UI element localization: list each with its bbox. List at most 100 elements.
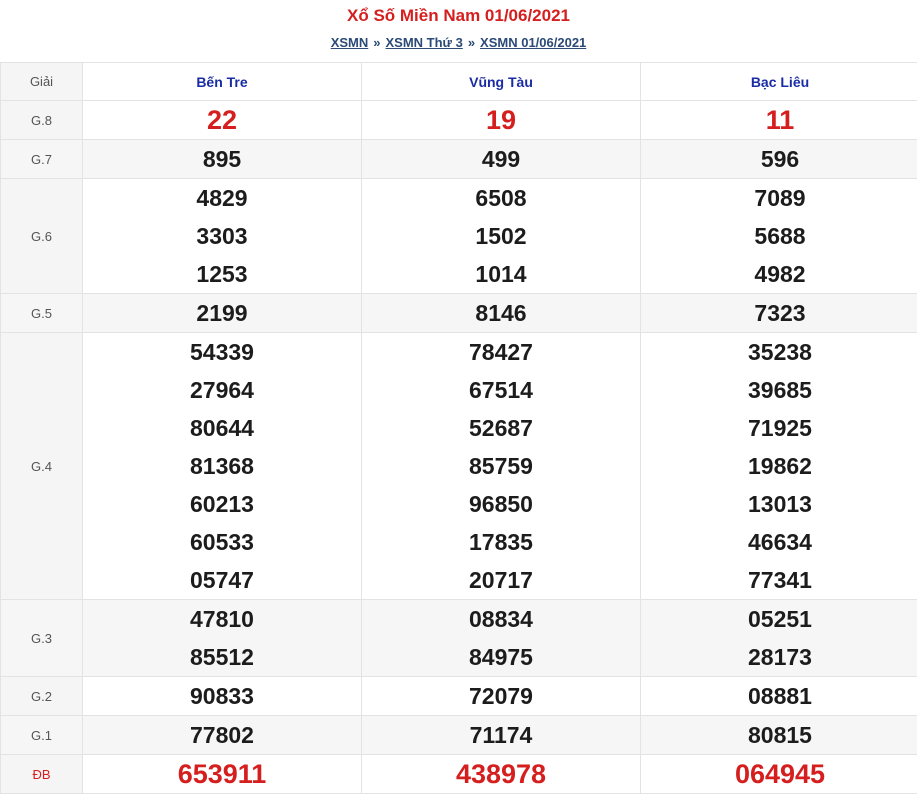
result-cell: 596 <box>640 139 917 179</box>
result-cell: 47810 85512 <box>82 599 362 677</box>
prize-label: G.4 <box>0 332 83 600</box>
result-number: 6508 <box>475 185 527 211</box>
result-number: 71174 <box>469 722 533 748</box>
result-number: 08834 <box>469 606 533 632</box>
result-cell: 6508 1502 1014 <box>361 178 641 294</box>
result-number: 7089 <box>754 185 806 211</box>
result-number: 1014 <box>475 261 527 287</box>
result-number: 438978 <box>455 759 547 789</box>
prize-column-header: Giải <box>0 62 83 101</box>
result-number: 80815 <box>748 722 812 748</box>
result-number: 2199 <box>196 300 248 326</box>
result-number: 05747 <box>190 567 254 593</box>
breadcrumb-xsmn-thu-3[interactable]: XSMN Thứ 3 <box>386 35 463 50</box>
result-cell: 438978 <box>361 754 641 794</box>
result-number: 8146 <box>475 300 527 326</box>
prize-label: G.2 <box>0 676 83 716</box>
result-cell: 4829 3303 1253 <box>82 178 362 294</box>
prize-label: G.8 <box>0 100 83 140</box>
results-table: Giải Bến Tre Vũng Tàu Bạc Liêu G.8 22 19 11… <box>0 62 917 794</box>
result-number: 4982 <box>754 261 806 287</box>
province-header-bac-lieu: Bạc Liêu <box>640 62 917 101</box>
table-row: ĐB 653911 438978 064945 <box>0 754 917 794</box>
result-number: 54339 <box>190 339 254 365</box>
result-number: 84975 <box>469 644 533 670</box>
result-cell: 11 <box>640 100 917 140</box>
result-number: 7323 <box>754 300 806 326</box>
result-number: 81368 <box>190 453 254 479</box>
result-number: 20717 <box>469 567 533 593</box>
table-header-row: Giải Bến Tre Vũng Tàu Bạc Liêu <box>0 62 917 101</box>
table-row: G.6 4829 3303 1253 6508 1502 1014 7089 5688 4982 <box>0 178 917 294</box>
breadcrumb: XSMN » XSMN Thứ 3 » XSMN 01/06/2021 <box>0 35 917 50</box>
result-number: 52687 <box>469 415 533 441</box>
prize-label: G.6 <box>0 178 83 294</box>
result-number: 064945 <box>734 759 826 789</box>
results-body: G.8 22 19 11 G.7 895 499 596 G.6 4829 3303 1253 6508… <box>0 100 917 794</box>
result-cell: 90833 <box>82 676 362 716</box>
result-cell: 72079 <box>361 676 641 716</box>
result-cell: 08881 <box>640 676 917 716</box>
result-number: 499 <box>481 146 521 172</box>
result-cell: 2199 <box>82 293 362 333</box>
result-number: 596 <box>760 146 800 172</box>
province-header-ben-tre[interactable]: Bến Tre <box>82 62 362 101</box>
result-cell: 78427 67514 52687 85759 96850 17835 20717 <box>361 332 641 600</box>
table-row: G.3 47810 85512 08834 84975 05251 28173 <box>0 599 917 677</box>
result-cell: 54339 27964 80644 81368 60213 60533 05747 <box>82 332 362 600</box>
result-number: 67514 <box>469 377 533 403</box>
result-number: 80644 <box>190 415 254 441</box>
result-number: 653911 <box>177 759 267 789</box>
result-cell: 08834 84975 <box>361 599 641 677</box>
result-number: 22 <box>206 105 238 135</box>
result-cell: 77802 <box>82 715 362 755</box>
result-number: 27964 <box>190 377 254 403</box>
result-cell: 05251 28173 <box>640 599 917 677</box>
prize-label: G.3 <box>0 599 83 677</box>
result-number: 60213 <box>190 491 254 517</box>
table-row: G.1 77802 71174 80815 <box>0 715 917 755</box>
province-header-vung-tau[interactable]: Vũng Tàu <box>361 62 641 101</box>
result-cell: 22 <box>82 100 362 140</box>
result-number: 1253 <box>196 261 248 287</box>
prize-label: ĐB <box>0 754 83 794</box>
result-cell: 653911 <box>82 754 362 794</box>
table-row: G.5 2199 8146 7323 <box>0 293 917 333</box>
result-number: 72079 <box>469 683 533 709</box>
table-row: G.4 54339 27964 80644 81368 60213 60533 05747 78… <box>0 332 917 600</box>
prize-label: G.7 <box>0 139 83 179</box>
result-number: 77802 <box>190 722 254 748</box>
result-cell: 71174 <box>361 715 641 755</box>
result-number: 895 <box>202 146 242 172</box>
result-number: 85759 <box>469 453 533 479</box>
result-number: 47810 <box>190 606 254 632</box>
breadcrumb-xsmn-date[interactable]: XSMN 01/06/2021 <box>480 35 586 50</box>
result-number: 3303 <box>196 223 248 249</box>
result-number: 46634 <box>748 529 812 555</box>
result-number: 13013 <box>748 491 812 517</box>
page-header: Xổ Số Miền Nam 01/06/2021 XSMN » XSMN Thứ … <box>0 0 917 62</box>
result-number: 90833 <box>190 683 254 709</box>
result-cell: 7089 5688 4982 <box>640 178 917 294</box>
result-number: 96850 <box>469 491 533 517</box>
result-cell: 895 <box>82 139 362 179</box>
result-cell: 80815 <box>640 715 917 755</box>
result-cell: 499 <box>361 139 641 179</box>
table-row: G.2 90833 72079 08881 <box>0 676 917 716</box>
breadcrumb-separator: » <box>467 35 476 50</box>
result-number: 17835 <box>469 529 533 555</box>
result-cell: 8146 <box>361 293 641 333</box>
result-number: 71925 <box>748 415 812 441</box>
result-number: 4829 <box>196 185 248 211</box>
breadcrumb-xsmn[interactable]: XSMN <box>331 35 369 50</box>
result-number: 28173 <box>748 644 812 670</box>
table-row: G.8 22 19 11 <box>0 100 917 140</box>
result-cell: 064945 <box>640 754 917 794</box>
result-number: 19 <box>485 105 517 135</box>
result-number: 35238 <box>748 339 812 365</box>
prize-label: G.5 <box>0 293 83 333</box>
result-number: 1502 <box>475 223 527 249</box>
result-number: 19862 <box>748 453 812 479</box>
result-number: 77341 <box>748 567 812 593</box>
result-number: 60533 <box>190 529 254 555</box>
